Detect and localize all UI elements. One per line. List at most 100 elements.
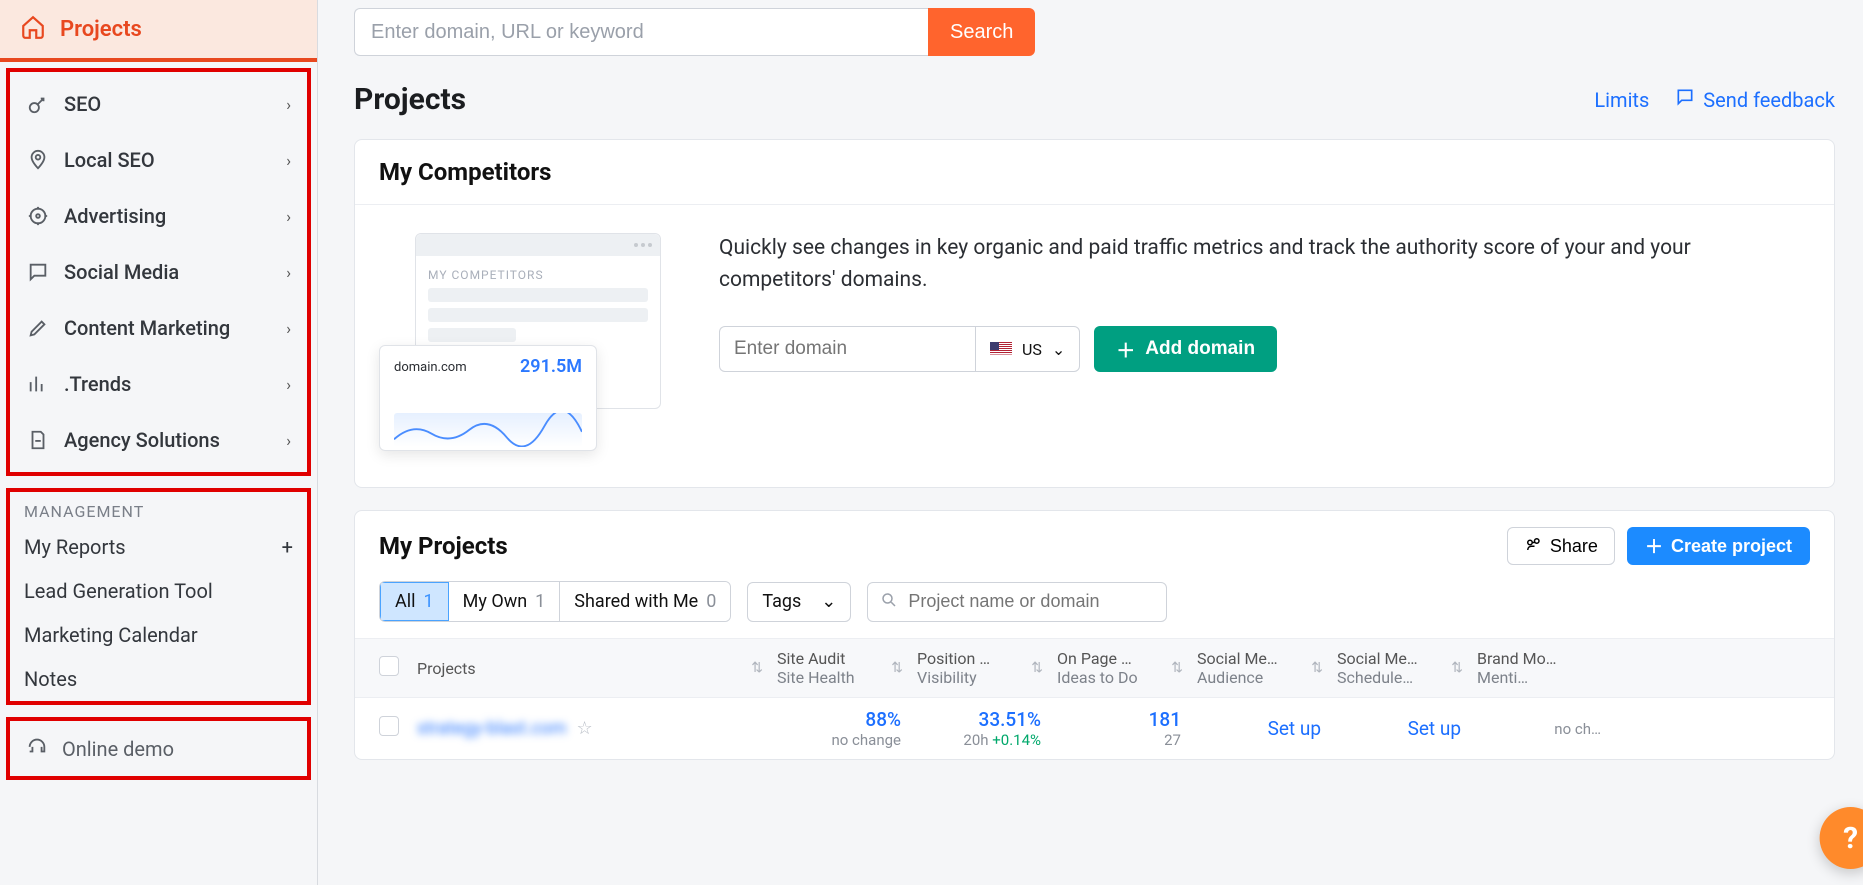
mgmt-notes[interactable]: Notes — [10, 657, 307, 701]
my-projects-card: My Projects Share ＋ Create project All 1 — [354, 510, 1835, 760]
cell-on-page: 181 27 — [1049, 698, 1189, 759]
cell-position: 33.51% 20h +0.14% — [909, 698, 1049, 759]
sort-icon: ⇅ — [1171, 660, 1183, 676]
share-label: Share — [1550, 536, 1598, 557]
mgmt-label: Notes — [24, 667, 77, 691]
nav-seo[interactable]: SEO › — [10, 76, 307, 132]
mgmt-label: Marketing Calendar — [24, 623, 198, 647]
chevron-right-icon: › — [286, 95, 291, 114]
filter-shared[interactable]: Shared with Me 0 — [560, 582, 730, 621]
col-site-audit[interactable]: Site AuditSite Health⇅ — [769, 639, 909, 697]
competitors-title: My Competitors — [355, 140, 1834, 205]
nav-label: Advertising — [64, 204, 272, 228]
chevron-right-icon: › — [286, 319, 291, 338]
mgmt-label: My Reports — [24, 535, 126, 559]
col-social-schedule[interactable]: Social Me…Schedule…⇅ — [1329, 639, 1469, 697]
select-all-checkbox[interactable] — [379, 656, 399, 676]
sort-icon: ⇅ — [751, 660, 763, 676]
send-feedback-link[interactable]: Send feedback — [1675, 87, 1835, 112]
cell-social-schedule[interactable]: Set up — [1329, 707, 1469, 750]
filter-my-own[interactable]: My Own 1 — [449, 582, 561, 621]
search-icon — [880, 591, 898, 613]
nav-label: Content Marketing — [64, 316, 272, 340]
pencil-icon — [26, 316, 50, 340]
feedback-label: Send feedback — [1703, 88, 1835, 112]
plus-icon[interactable]: + — [282, 535, 293, 559]
pin-icon — [26, 148, 50, 172]
nav-advertising[interactable]: Advertising › — [10, 188, 307, 244]
tags-dropdown[interactable]: Tags ⌄ — [747, 582, 851, 622]
share-button[interactable]: Share — [1507, 527, 1615, 565]
chevron-right-icon: › — [286, 207, 291, 226]
row-checkbox[interactable] — [379, 716, 399, 736]
project-search-input[interactable] — [908, 591, 1154, 612]
competitors-description: Quickly see changes in key organic and p… — [719, 233, 1810, 296]
headset-icon — [26, 735, 48, 762]
preview-value: 291.5M — [520, 356, 582, 377]
sort-icon: ⇅ — [1311, 660, 1323, 676]
filter-label: Shared with Me — [574, 591, 698, 612]
sidebar-home-label: Projects — [60, 17, 142, 42]
online-demo[interactable]: Online demo — [10, 721, 307, 776]
nav-local-seo[interactable]: Local SEO › — [10, 132, 307, 188]
project-name[interactable]: strategy-blast.com — [417, 718, 566, 739]
col-position[interactable]: Position …Visibility⇅ — [909, 639, 1049, 697]
competitors-preview-graphic: MY COMPETITORS domain.com 291.5M — [379, 233, 679, 451]
col-projects[interactable]: Projects⇅ — [409, 649, 769, 688]
country-select[interactable]: US ⌄ — [975, 326, 1080, 372]
create-project-button[interactable]: ＋ Create project — [1627, 527, 1810, 565]
ownership-filter: All 1 My Own 1 Shared with Me 0 — [379, 581, 731, 622]
projects-table: Projects⇅ Site AuditSite Health⇅ Positio… — [355, 638, 1834, 759]
main-content: Search Projects Limits Send feedback My … — [318, 0, 1863, 885]
competitor-domain-input[interactable] — [719, 326, 975, 372]
col-on-page[interactable]: On Page …Ideas to Do⇅ — [1049, 639, 1189, 697]
sidebar-demo-highlight: Online demo — [6, 717, 311, 780]
chevron-right-icon: › — [286, 151, 291, 170]
share-icon — [1524, 535, 1542, 558]
nav-social-media[interactable]: Social Media › — [10, 244, 307, 300]
filter-label: My Own — [463, 591, 528, 612]
nav-trends[interactable]: .Trends › — [10, 356, 307, 412]
project-search[interactable] — [867, 582, 1167, 622]
create-label: Create project — [1671, 536, 1792, 557]
global-search: Search — [354, 8, 1835, 56]
search-input[interactable] — [354, 8, 928, 56]
mgmt-lead-gen[interactable]: Lead Generation Tool — [10, 569, 307, 613]
feedback-icon — [1675, 87, 1695, 112]
chevron-right-icon: › — [286, 375, 291, 394]
col-social-audience[interactable]: Social Me…Audience⇅ — [1189, 639, 1329, 697]
col-brand[interactable]: Brand Mo…Menti… — [1469, 639, 1609, 697]
nav-content-marketing[interactable]: Content Marketing › — [10, 300, 307, 356]
mgmt-marketing-calendar[interactable]: Marketing Calendar — [10, 613, 307, 657]
preview-domain: domain.com — [394, 360, 467, 375]
nav-label: Social Media — [64, 260, 272, 284]
chevron-right-icon: › — [286, 431, 291, 450]
chevron-right-icon: › — [286, 263, 291, 282]
chevron-down-icon: ⌄ — [821, 591, 836, 612]
chat-icon — [26, 260, 50, 284]
plus-icon: ＋ — [1116, 336, 1135, 363]
my-competitors-card: My Competitors MY COMPETITORS domain.com… — [354, 139, 1835, 488]
management-section-label: MANAGEMENT — [10, 492, 307, 525]
projects-title: My Projects — [379, 532, 508, 560]
search-button[interactable]: Search — [928, 8, 1035, 56]
tags-label: Tags — [762, 591, 801, 612]
limits-link[interactable]: Limits — [1594, 88, 1649, 112]
nav-label: Agency Solutions — [64, 428, 272, 452]
bars-icon — [26, 372, 50, 396]
filter-count: 1 — [535, 591, 545, 612]
sidebar-nav-highlight: SEO › Local SEO › Advertising › Social M… — [6, 68, 311, 476]
star-icon[interactable]: ☆ — [576, 718, 592, 739]
seo-icon — [26, 92, 50, 116]
sort-icon: ⇅ — [891, 660, 903, 676]
nav-agency-solutions[interactable]: Agency Solutions › — [10, 412, 307, 468]
mgmt-my-reports[interactable]: My Reports + — [10, 525, 307, 569]
country-label: US — [1022, 340, 1042, 359]
sidebar-home[interactable]: Projects — [0, 0, 317, 62]
sort-icon: ⇅ — [1451, 660, 1463, 676]
help-button[interactable]: ? — [1820, 807, 1863, 869]
filter-all[interactable]: All 1 — [380, 582, 449, 621]
cell-social-audience[interactable]: Set up — [1189, 707, 1329, 750]
sidebar-management-highlight: MANAGEMENT My Reports + Lead Generation … — [6, 488, 311, 705]
add-domain-button[interactable]: ＋ Add domain — [1094, 326, 1277, 372]
